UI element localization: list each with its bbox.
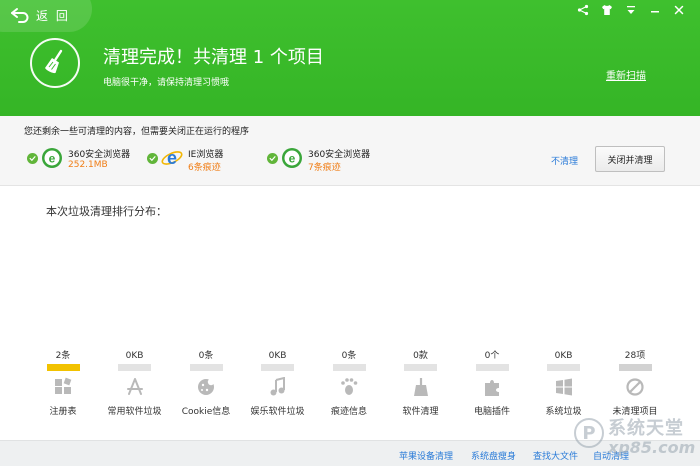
category-label: 未清理项目 bbox=[612, 407, 658, 417]
shirt-icon[interactable] bbox=[596, 2, 618, 18]
notice-text: 您还剩余一些可清理的内容，但需要关闭正在运行的程序 bbox=[24, 127, 250, 137]
category-bar bbox=[332, 364, 366, 371]
registry-icon bbox=[55, 377, 72, 394]
browser-name: IE浏览器 bbox=[188, 150, 224, 160]
browser-cleanable-value: 7条痕迹 bbox=[308, 163, 341, 173]
category-label: 痕迹信息 bbox=[330, 407, 367, 417]
category-bar bbox=[189, 364, 223, 371]
back-label: 返 回 bbox=[36, 8, 70, 23]
menu-icon[interactable] bbox=[620, 2, 642, 18]
ranking-category: 0条痕迹信息 bbox=[314, 350, 384, 417]
ranking-category: 0KB 系统垃圾 bbox=[529, 350, 599, 417]
forbidden-icon bbox=[626, 378, 644, 396]
ie-browser-icon: e bbox=[161, 148, 183, 168]
category-count: 0款 bbox=[413, 351, 428, 361]
ranking-category: 2条注册表 bbox=[28, 350, 98, 417]
category-count: 0条 bbox=[341, 351, 357, 361]
check-icon bbox=[147, 153, 158, 164]
category-count: 0KB bbox=[125, 351, 144, 361]
category-bar bbox=[261, 364, 294, 371]
category-count: 0个 bbox=[484, 351, 500, 361]
browser-cleanable-value: 252.1MB bbox=[68, 160, 108, 170]
360-browser-icon: e bbox=[282, 148, 302, 168]
category-label: 娱乐软件垃圾 bbox=[250, 407, 305, 417]
browser-name: 360安全浏览器 bbox=[308, 150, 371, 160]
ranking-category: 0条 Cookie信息 bbox=[171, 350, 241, 417]
category-bar bbox=[404, 364, 437, 371]
cookie-icon bbox=[198, 378, 215, 395]
ranking-title: 本次垃圾清理排行分布： bbox=[46, 205, 167, 218]
category-count: 2条 bbox=[55, 351, 71, 361]
find-large-files-link[interactable]: 查找大文件 bbox=[533, 449, 578, 462]
category-count: 0KB bbox=[268, 351, 287, 361]
category-label: Cookie信息 bbox=[181, 407, 231, 417]
ranking-category: 0KB 娱乐软件垃圾 bbox=[243, 350, 313, 417]
category-bar bbox=[475, 364, 509, 371]
category-label: 软件清理 bbox=[402, 407, 439, 417]
category-bar-fill bbox=[618, 364, 652, 371]
auto-clean-link[interactable]: 自动清理 bbox=[593, 449, 629, 462]
category-label: 常用软件垃圾 bbox=[107, 407, 162, 417]
category-label: 注册表 bbox=[49, 407, 77, 417]
footer-bar: 苹果设备清理 系统盘瘦身 查找大文件 自动清理 bbox=[0, 440, 700, 466]
apple-device-clean-link[interactable]: 苹果设备清理 bbox=[399, 449, 453, 462]
svg-text:e: e bbox=[49, 152, 56, 166]
running-program-notice: 您还剩余一些可清理的内容，但需要关闭正在运行的程序 e 360安全浏览器 252… bbox=[0, 116, 700, 186]
check-icon bbox=[27, 153, 38, 164]
puzzle-icon bbox=[485, 380, 499, 396]
category-count: 0KB bbox=[554, 351, 573, 361]
ranking-category: 0款软件清理 bbox=[386, 350, 456, 417]
minimize-icon[interactable] bbox=[644, 2, 666, 18]
window-controls bbox=[572, 2, 690, 18]
browser-cleanable-value: 6条痕迹 bbox=[188, 163, 221, 173]
svg-text:e: e bbox=[289, 152, 296, 166]
ranking-category: 0KB 常用软件垃圾 bbox=[100, 350, 170, 417]
rescan-link[interactable]: 重新扫描 bbox=[606, 67, 646, 82]
check-icon bbox=[267, 153, 278, 164]
broom-icon bbox=[413, 378, 428, 396]
category-label: 电脑插件 bbox=[473, 407, 510, 417]
result-title: 清理完成！共清理 1 个项目 bbox=[103, 47, 324, 68]
svg-text:e: e bbox=[167, 148, 177, 168]
broom-icon bbox=[30, 38, 80, 88]
no-clean-link[interactable]: 不清理 bbox=[551, 154, 578, 167]
ranking-category: 28项未清理项目 bbox=[600, 350, 670, 417]
category-bar-fill bbox=[46, 364, 80, 371]
category-bar bbox=[547, 364, 580, 371]
category-bar bbox=[46, 364, 80, 371]
close-and-clean-button[interactable]: 关闭并清理 bbox=[595, 146, 665, 172]
back-button[interactable]: 返 回 bbox=[10, 5, 70, 25]
result-subtitle: 电脑很干净，请保持清理习惯哦 bbox=[103, 78, 230, 88]
browser-name: 360安全浏览器 bbox=[68, 150, 131, 160]
close-icon[interactable] bbox=[668, 2, 690, 18]
category-count: 28项 bbox=[624, 351, 646, 361]
category-bar bbox=[118, 364, 151, 371]
windows-icon bbox=[555, 378, 572, 396]
360-browser-icon: e bbox=[42, 148, 62, 168]
category-label: 系统垃圾 bbox=[545, 407, 582, 417]
app-store-icon bbox=[126, 378, 143, 395]
share-icon[interactable] bbox=[572, 2, 594, 18]
footprint-icon bbox=[341, 378, 358, 395]
back-arrow-icon bbox=[11, 8, 29, 23]
watermark-line1: 系统天堂 bbox=[608, 418, 684, 439]
result-header: 返 回 清理完成！共清理 1 个项目 电脑很干净，请保持清理习惯哦 重新扫描 bbox=[0, 0, 700, 116]
category-count: 0条 bbox=[198, 351, 214, 361]
ranking-category: 0个电脑插件 bbox=[457, 350, 527, 417]
category-bar bbox=[618, 364, 652, 371]
music-icon bbox=[270, 376, 285, 396]
system-disk-slim-link[interactable]: 系统盘瘦身 bbox=[471, 449, 516, 462]
